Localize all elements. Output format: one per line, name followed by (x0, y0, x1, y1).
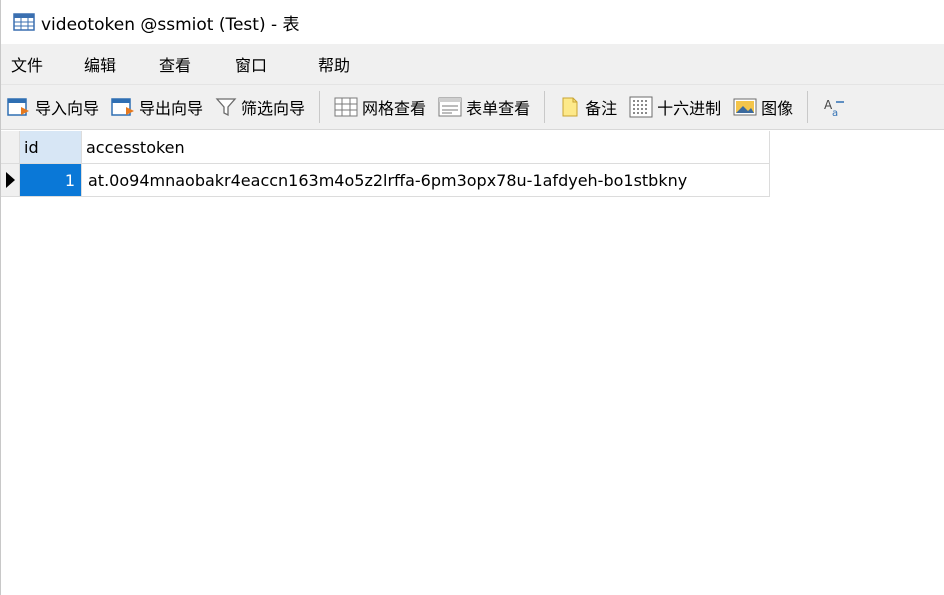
table-window: videotoken @ssmiot (Test) - 表 文件 编辑 查看 窗… (0, 0, 944, 595)
toolbar-separator (544, 91, 546, 123)
table-row[interactable]: 1 at.0o94mnaobakr4eaccn163m4o5z2lrffa-6p… (1, 164, 770, 197)
window-title: videotoken @ssmiot (Test) - 表 (41, 14, 300, 35)
menu-window[interactable]: 窗口 (225, 52, 308, 76)
hex-label: 十六进制 (657, 99, 722, 118)
image-button[interactable]: 图像 (727, 91, 799, 123)
toolbar: 导入向导 导出向导 筛选向导 网格查看 表单查看 备注 十六进制 图像 A a (1, 84, 944, 130)
filter-wizard-label: 筛选向导 (241, 99, 306, 118)
font-size-button[interactable]: A a (816, 91, 856, 123)
filter-wizard-button[interactable]: 筛选向导 (209, 91, 311, 123)
menu-edit[interactable]: 编辑 (74, 52, 149, 76)
data-grid: id accesstoken 1 at.0o94mnaobakr4eaccn16… (1, 131, 770, 197)
image-icon (733, 98, 757, 116)
form-view-button[interactable]: 表单查看 (432, 91, 536, 123)
export-icon (111, 98, 135, 116)
table-icon (13, 13, 35, 31)
menu-bar: 文件 编辑 查看 窗口 帮助 (1, 44, 944, 84)
grid-header-row: id accesstoken (1, 131, 770, 164)
row-indicator-header (1, 131, 20, 164)
toolbar-separator (807, 91, 809, 123)
row-indicator[interactable] (1, 164, 20, 197)
form-icon (438, 97, 462, 117)
grid-view-label: 网格查看 (362, 99, 427, 118)
title-bar: videotoken @ssmiot (Test) - 表 (1, 0, 944, 44)
image-label: 图像 (761, 99, 794, 118)
import-icon (7, 98, 29, 116)
export-wizard-label: 导出向导 (139, 99, 204, 118)
import-wizard-label: 导入向导 (35, 99, 100, 118)
memo-button[interactable]: 备注 (553, 91, 623, 123)
svg-text:a: a (832, 108, 838, 118)
hex-button[interactable]: 十六进制 (623, 91, 727, 123)
cell-accesstoken[interactable]: at.0o94mnaobakr4eaccn163m4o5z2lrffa-6pm3… (82, 164, 770, 197)
import-wizard-button[interactable]: 导入向导 (1, 91, 105, 123)
toolbar-separator (319, 91, 321, 123)
grid-view-button[interactable]: 网格查看 (328, 91, 432, 123)
menu-help[interactable]: 帮助 (308, 52, 350, 76)
cell-id[interactable]: 1 (20, 164, 82, 197)
memo-label: 备注 (585, 99, 618, 118)
current-row-arrow-icon (6, 172, 15, 188)
form-view-label: 表单查看 (466, 99, 531, 118)
hex-icon (629, 96, 653, 118)
menu-view[interactable]: 查看 (149, 52, 225, 76)
export-wizard-button[interactable]: 导出向导 (105, 91, 209, 123)
column-header-accesstoken[interactable]: accesstoken (82, 131, 770, 164)
column-header-id[interactable]: id (20, 131, 82, 164)
filter-icon (215, 98, 237, 117)
font-size-icon: A a (824, 98, 845, 118)
grid-icon (334, 97, 358, 117)
memo-icon (562, 97, 578, 117)
menu-file[interactable]: 文件 (1, 52, 74, 76)
